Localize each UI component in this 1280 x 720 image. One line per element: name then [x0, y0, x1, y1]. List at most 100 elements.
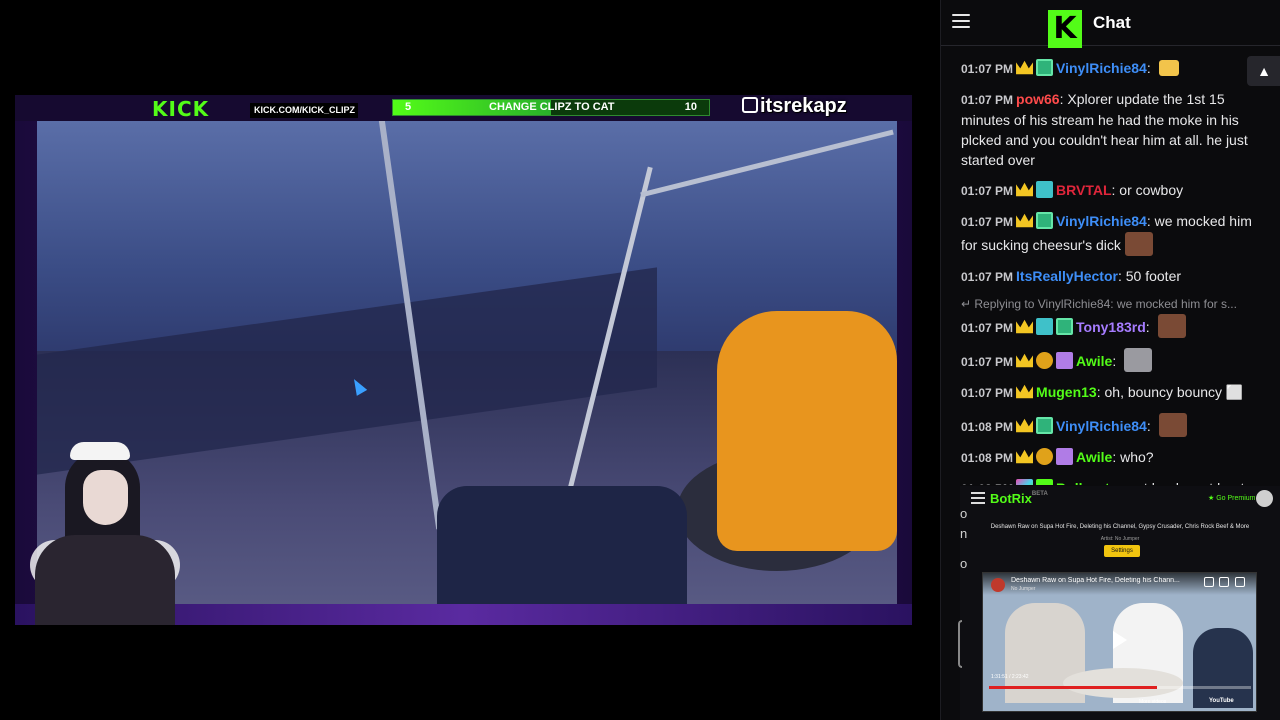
message-timestamp: 01:08 PM: [961, 420, 1014, 434]
goal-label: CHANGE CLIPZ TO CAT: [489, 101, 615, 113]
message-username[interactable]: VinylRichie84: [1056, 60, 1147, 76]
message-username[interactable]: VinylRichie84: [1056, 418, 1147, 434]
chat-message[interactable]: 01:07 PM VinylRichie84:: [941, 55, 1280, 86]
green-badge-icon[interactable]: [1036, 417, 1054, 434]
coin-badge-icon[interactable]: [1036, 352, 1054, 369]
collapse-menu-icon[interactable]: [952, 14, 970, 30]
chat-message[interactable]: 01:07 PM Awile:: [941, 345, 1280, 379]
message-timestamp: 01:07 PM: [961, 184, 1014, 198]
chat-messages: 01:07 PM VinylRichie84: 01:07 PM pow66: Xp…: [941, 55, 1280, 485]
chat-message[interactable]: 01:08 PM VinylRichie84:: [941, 410, 1280, 444]
emote-icon[interactable]: [1158, 413, 1187, 437]
crown-badge-icon[interactable]: [1016, 60, 1034, 75]
player-channel-name: No Jumper: [1011, 586, 1036, 592]
message-timestamp: 01:07 PM: [961, 62, 1014, 76]
goal-start-value: 5: [405, 101, 412, 113]
crown-badge-icon[interactable]: [1016, 353, 1034, 368]
chat-message[interactable]: 01:07 PM BRVTAL: or cowboy: [941, 177, 1280, 208]
player-scene: [1063, 668, 1183, 698]
message-separator: :: [1146, 418, 1155, 434]
chat-message[interactable]: 01:07 PM pow66: Xplorer update the 1st 15…: [941, 86, 1280, 177]
go-premium-link[interactable]: ★ Go Premium: [1208, 494, 1256, 502]
vtuber-face: [83, 470, 128, 525]
chat-message[interactable]: 01:07 PM ItsReallyHector: 50 footer: [941, 263, 1280, 294]
message-username[interactable]: ItsReallyHector: [1016, 268, 1118, 284]
more-videos-label[interactable]: More videos: [1139, 699, 1166, 705]
streamer-handle-text: itsrekapz: [760, 95, 847, 117]
reply-context[interactable]: ↵ Replying to VinylRichie84: we mocked h…: [941, 294, 1280, 311]
settings-gear-icon[interactable]: [1235, 577, 1245, 587]
video-sailor: [717, 311, 897, 551]
user-avatar[interactable]: [1256, 490, 1273, 507]
youtube-player[interactable]: Deshawn Raw on Supa Hot Fire, Deleting h…: [982, 572, 1257, 712]
message-separator: :: [1117, 268, 1126, 284]
crown-badge-icon[interactable]: [1016, 319, 1034, 334]
gift-badge-icon[interactable]: [1056, 448, 1074, 465]
giftg-badge-icon[interactable]: [1036, 479, 1054, 485]
streamer-handle: itsrekapz: [742, 95, 847, 118]
chat-message[interactable]: 01:08 PMBullrout: must be decent boat or…: [941, 475, 1280, 485]
chat-message[interactable]: 01:08 PM Awile: who?: [941, 444, 1280, 475]
green-badge-icon[interactable]: [1036, 212, 1054, 229]
chat-message[interactable]: 01:07 PM Mugen13: oh, bouncy bouncy ⬜: [941, 379, 1280, 410]
botrix-beta-tag: BETA: [1031, 491, 1048, 497]
emote-icon[interactable]: [1158, 60, 1179, 76]
message-timestamp: 01:08 PM: [961, 482, 1013, 485]
settings-button[interactable]: Settings: [1104, 545, 1140, 557]
message-separator: :: [1146, 60, 1155, 76]
message-username[interactable]: VinylRichie84: [1056, 213, 1147, 229]
video-seat: [437, 486, 687, 605]
chat-message[interactable]: 01:07 PM VinylRichie84: we mocked him for…: [941, 208, 1280, 263]
rainbow-badge-icon[interactable]: [1016, 479, 1034, 485]
message-separator: :: [1145, 319, 1154, 335]
message-username[interactable]: Mugen13: [1036, 384, 1097, 400]
player-video-title[interactable]: Deshawn Raw on Supa Hot Fire, Deleting h…: [1011, 577, 1191, 584]
emote-icon[interactable]: [1157, 314, 1186, 338]
obscured-chat-text: o: [960, 556, 968, 571]
botrix-artist: Artist: No Jumper: [1100, 536, 1140, 542]
green-badge-icon[interactable]: [1056, 318, 1074, 335]
message-username[interactable]: Tony183rd: [1076, 319, 1146, 335]
crown-badge-icon[interactable]: [1016, 182, 1034, 197]
crown-badge-icon[interactable]: [1016, 418, 1034, 433]
coin-badge-icon[interactable]: [1036, 448, 1054, 465]
chat-title: Chat: [1093, 13, 1131, 32]
og-badge-icon[interactable]: [1036, 181, 1054, 198]
app-root: KICK KICK.COM/KICK_CLIPZ 5 CHANGE CLIPZ …: [0, 0, 1280, 720]
emote-icon[interactable]: [1124, 232, 1153, 256]
message-username[interactable]: Awile: [1076, 353, 1112, 369]
message-timestamp: 01:07 PM: [961, 270, 1014, 284]
player-progress-bar[interactable]: [989, 686, 1251, 689]
message-username[interactable]: Bullrout: [1056, 480, 1110, 485]
overlay-kick-url: KICK.COM/KICK_CLIPZ: [250, 103, 358, 118]
message-timestamp: 01:07 PM: [961, 355, 1014, 369]
goal-progress-bar: 5 CHANGE CLIPZ TO CAT 10: [392, 99, 710, 116]
green-badge-icon[interactable]: [1036, 59, 1054, 76]
vtuber-body: [35, 535, 175, 625]
chat-message[interactable]: 01:07 PM Tony183rd:: [941, 311, 1280, 345]
subtitles-icon[interactable]: [1219, 577, 1229, 587]
overlay-kick-logo: KICK: [152, 97, 210, 121]
crown-badge-icon[interactable]: [1016, 384, 1034, 399]
channel-icon[interactable]: [991, 578, 1005, 592]
chat-header: K Chat: [941, 0, 1280, 48]
emote-icon[interactable]: [1124, 348, 1153, 372]
gift-badge-icon[interactable]: [1056, 352, 1074, 369]
youtube-logo[interactable]: YouTube: [1209, 698, 1234, 704]
message-timestamp: 01:07 PM: [961, 215, 1014, 229]
botrix-menu-icon[interactable]: [971, 492, 985, 504]
message-username[interactable]: pow66: [1016, 91, 1060, 107]
message-timestamp: 01:07 PM: [961, 386, 1014, 400]
og-badge-icon[interactable]: [1036, 318, 1054, 335]
crown-badge-icon[interactable]: [1016, 213, 1034, 228]
crown-badge-icon[interactable]: [1016, 449, 1034, 464]
message-text: oh, bouncy bouncy ⬜: [1104, 384, 1244, 400]
message-separator: :: [1112, 353, 1121, 369]
stream-player[interactable]: KICK KICK.COM/KICK_CLIPZ 5 CHANGE CLIPZ …: [0, 0, 940, 720]
volume-icon[interactable]: [1204, 577, 1214, 587]
message-username[interactable]: BRVTAL: [1056, 182, 1111, 198]
play-icon[interactable]: [1113, 631, 1127, 649]
botrix-header: BotRixBETA ★ Go Premium: [960, 486, 1280, 512]
message-username[interactable]: Awile: [1076, 449, 1112, 465]
message-text: 50 footer: [1125, 268, 1182, 284]
